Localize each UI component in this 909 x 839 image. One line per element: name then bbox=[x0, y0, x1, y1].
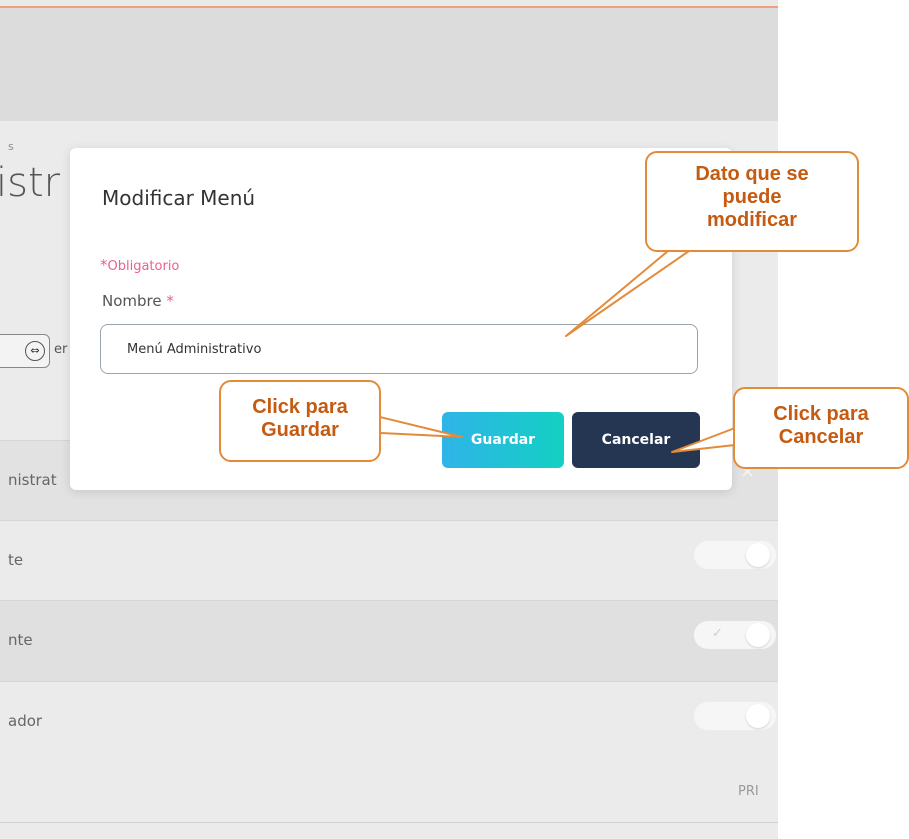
name-label-text: Nombre bbox=[102, 292, 162, 310]
callout-save: Click para Guardar bbox=[219, 380, 381, 462]
callout-cancel: Click para Cancelar bbox=[733, 387, 909, 469]
table-row[interactable]: te bbox=[0, 520, 778, 601]
check-icon: ✓ bbox=[712, 626, 723, 641]
modal-title: Modificar Menú bbox=[102, 186, 256, 210]
callout-line: Click para bbox=[773, 403, 869, 425]
entries-select[interactable]: ⇔ bbox=[0, 334, 50, 368]
toggle-knob bbox=[746, 704, 770, 728]
entries-label: er bbox=[54, 342, 68, 357]
divider bbox=[0, 822, 778, 823]
pagination-first[interactable]: PRI bbox=[738, 784, 759, 799]
row-label: nistrat bbox=[8, 471, 57, 489]
header-band bbox=[0, 8, 778, 121]
toggle-knob bbox=[746, 623, 770, 647]
table-row[interactable]: nte ✓ bbox=[0, 600, 778, 681]
callout-line: Dato que se bbox=[695, 163, 809, 185]
save-button[interactable]: Guardar bbox=[442, 412, 564, 468]
required-note: *Obligatorio bbox=[100, 256, 179, 274]
edit-menu-modal: Modificar Menú *Obligatorio Nombre * Gua… bbox=[70, 148, 732, 490]
callout-line: Guardar bbox=[261, 419, 339, 441]
row-label: te bbox=[8, 551, 24, 569]
callout-editable-data: Dato que se puede modificar bbox=[645, 151, 859, 252]
page-title: istr bbox=[0, 160, 61, 206]
callout-line: Click para bbox=[252, 396, 348, 418]
name-input[interactable] bbox=[100, 324, 698, 374]
callout-line: Cancelar bbox=[778, 426, 864, 448]
breadcrumb: s bbox=[8, 140, 14, 153]
status-toggle[interactable] bbox=[694, 541, 776, 569]
row-label: nte bbox=[8, 631, 33, 649]
required-note-text: Obligatorio bbox=[107, 259, 180, 274]
status-toggle[interactable]: ✓ bbox=[694, 621, 776, 649]
table-row[interactable]: ador bbox=[0, 681, 778, 762]
required-star: * bbox=[100, 256, 108, 274]
name-required-star: * bbox=[166, 292, 174, 310]
toggle-knob bbox=[746, 543, 770, 567]
callout-line: modificar bbox=[706, 209, 798, 231]
row-label: ador bbox=[8, 712, 43, 730]
status-toggle[interactable] bbox=[694, 702, 776, 730]
callout-line: puede bbox=[722, 186, 782, 208]
name-label: Nombre * bbox=[102, 292, 174, 310]
cancel-button[interactable]: Cancelar bbox=[572, 412, 700, 468]
swap-arrows-icon: ⇔ bbox=[25, 341, 45, 361]
